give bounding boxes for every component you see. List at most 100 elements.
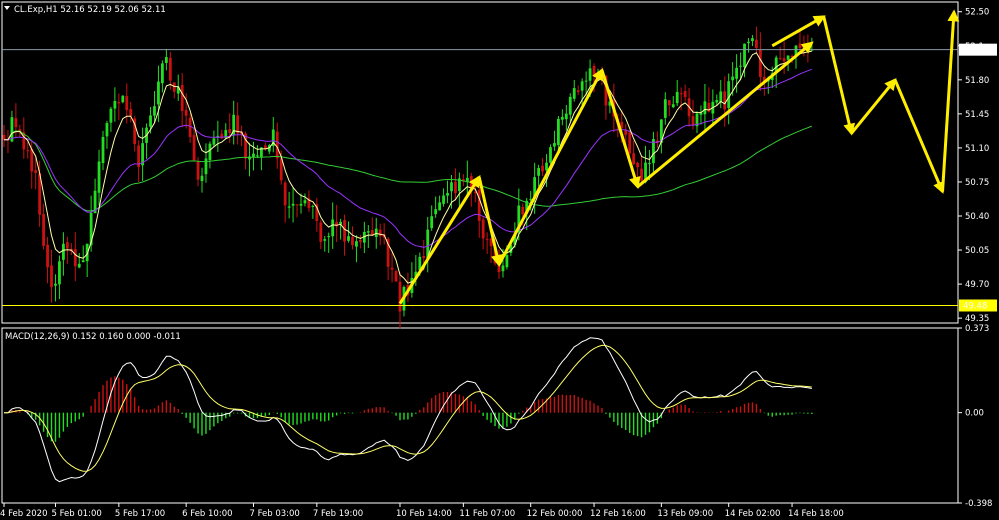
candle-body	[14, 118, 18, 128]
candle-body	[422, 255, 426, 259]
candle-body	[537, 167, 540, 176]
candle-body	[667, 100, 671, 106]
candle-body	[541, 165, 544, 172]
time-tick-label: 5 Feb 01:00	[51, 509, 101, 519]
candle-body	[303, 200, 307, 204]
candle-body	[117, 101, 121, 104]
candle-body	[576, 90, 580, 93]
candle-body	[727, 81, 731, 108]
macd-tick-label: 0.373	[965, 324, 989, 334]
macd-tick-label: -0.398	[965, 499, 992, 509]
candle-body	[454, 181, 457, 194]
candle-body	[42, 213, 45, 246]
candle-body	[212, 138, 216, 145]
candle-body	[374, 228, 378, 238]
candle-body	[2, 134, 6, 140]
candle-body	[580, 81, 584, 91]
candle-body	[77, 263, 81, 268]
candle-body	[398, 281, 402, 312]
candle-body	[778, 58, 782, 60]
candle-body	[327, 236, 331, 238]
candle-body	[109, 108, 113, 123]
candle-body	[628, 132, 632, 154]
candle-body	[699, 112, 703, 115]
candle-body	[798, 43, 802, 49]
candle-body	[275, 131, 279, 159]
candle-body	[236, 115, 240, 134]
candle-body	[442, 195, 445, 204]
forecast-arrow	[771, 15, 826, 48]
candle-body	[434, 209, 438, 215]
candle-body	[34, 170, 38, 174]
candle-body	[588, 68, 592, 81]
candle-body	[168, 57, 172, 81]
candle-body	[105, 123, 109, 137]
candle-body	[390, 267, 394, 270]
candle-body	[73, 249, 77, 267]
price-tick-label: 50.05	[965, 246, 989, 256]
trend-arrow	[497, 67, 604, 266]
support-price-label: 49.48	[963, 301, 987, 311]
candle-body	[430, 216, 434, 229]
chart-window: 52.5052.151.8051.4551.1050.7550.4050.054…	[0, 1, 997, 519]
candle-body	[200, 175, 204, 182]
candle-body	[755, 39, 758, 48]
price-tick-label: 50.75	[965, 178, 989, 188]
candle-body	[347, 236, 350, 241]
candle-body	[366, 231, 370, 233]
candle-body	[295, 204, 299, 206]
macd-histogram	[7, 376, 813, 442]
candle-body	[30, 148, 34, 172]
time-tick-label: 7 Feb 03:00	[249, 509, 299, 519]
candle-body	[671, 104, 675, 108]
time-tick-label: 12 Feb 00:00	[527, 509, 583, 519]
candle-body	[521, 206, 525, 215]
candle-body	[188, 117, 192, 137]
candle-body	[715, 100, 719, 103]
macd-panel-frame	[1, 327, 959, 504]
time-tick-label: 10 Feb 14:00	[396, 509, 452, 519]
candle-body	[481, 219, 485, 239]
candle-body	[62, 243, 65, 260]
candle-body	[632, 153, 636, 165]
candle-body	[149, 115, 152, 127]
candle-body	[568, 96, 572, 115]
candle-body	[291, 203, 295, 206]
candle-body	[564, 113, 568, 120]
candle-body	[311, 205, 315, 207]
candle-body	[323, 239, 327, 241]
candle-body	[121, 95, 125, 103]
candle-body	[196, 161, 200, 180]
candle-body	[394, 271, 398, 282]
time-tick-label: 5 Feb 17:00	[115, 509, 165, 519]
candle-body	[553, 143, 556, 147]
time-tick-label: 11 Feb 07:00	[459, 509, 515, 519]
candle-body	[758, 49, 762, 77]
candle-body	[299, 203, 303, 206]
price-tick-label: 50.40	[965, 212, 989, 222]
ma-slow-line	[4, 125, 812, 212]
candle-body	[97, 161, 101, 193]
price-tick-label: 51.10	[965, 144, 989, 154]
candle-body	[549, 147, 552, 163]
candle-body	[208, 143, 212, 161]
candle-body	[180, 84, 184, 112]
candle-body	[572, 88, 576, 99]
macd-header: MACD(12,26,9) 0.152 0.160 0.000 -0.011	[5, 332, 181, 342]
candle-body	[747, 41, 750, 44]
macd-main-line	[4, 337, 812, 483]
candle-body	[331, 219, 335, 237]
candle-body	[129, 108, 133, 117]
symbol-header: CL.Exp,H1 52.16 52.19 52.06 52.11	[14, 5, 166, 15]
candle-body	[283, 182, 287, 206]
candle-body	[679, 93, 683, 95]
ma-mid-line	[4, 68, 812, 248]
candle-body	[485, 238, 489, 240]
candle-body	[545, 162, 548, 171]
candle-body	[378, 229, 382, 237]
candle-body	[560, 116, 564, 120]
candle-body	[743, 43, 746, 68]
candle-body	[691, 116, 695, 126]
candle-body	[65, 242, 69, 249]
current-price-label: 52.11	[962, 46, 986, 56]
